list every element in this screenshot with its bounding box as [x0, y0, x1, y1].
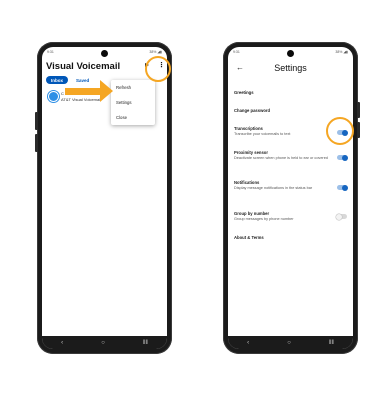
nav-home-icon[interactable]: ○: [101, 340, 105, 346]
screen-settings: 9:31 38% ◢▮ ← Settings Greetings Change …: [228, 47, 353, 349]
setting-description: Deactivate screen when phone is held to …: [234, 156, 328, 160]
phone-right: 9:31 38% ◢▮ ← Settings Greetings Change …: [223, 42, 360, 354]
proximity-sensor-toggle[interactable]: [337, 154, 348, 161]
status-icons: 38% ◢▮: [149, 50, 162, 54]
setting-label: Group by number: [234, 211, 270, 216]
tab-inbox[interactable]: Inbox: [46, 76, 68, 84]
front-camera: [101, 50, 108, 57]
volume-button: [35, 134, 38, 152]
status-time: 9:31: [233, 50, 240, 54]
page-title: Settings: [274, 63, 307, 73]
voicemail-subtitle: AT&T Visual Voicemail: [61, 97, 102, 102]
setting-label: Notifications: [234, 180, 260, 185]
avatar: [48, 91, 59, 102]
setting-label: Greetings: [234, 90, 254, 95]
group-by-number-toggle[interactable]: [336, 213, 347, 220]
menu-item-close[interactable]: Close: [116, 115, 127, 120]
nav-home-icon[interactable]: ○: [287, 340, 291, 346]
notifications-toggle[interactable]: [337, 184, 348, 191]
callout-arrow-icon: [100, 80, 113, 102]
setting-notifications: Notifications Display message notificati…: [234, 180, 329, 191]
highlight-circle-more: [145, 56, 171, 82]
setting-about-terms[interactable]: About & Terms: [234, 235, 344, 240]
nav-back-icon[interactable]: ‹: [247, 340, 249, 346]
front-camera: [287, 50, 294, 57]
nav-back-icon[interactable]: ‹: [61, 340, 63, 346]
mailbox-tabs: Inbox Saved: [46, 76, 95, 84]
power-button: [357, 102, 360, 118]
nav-recents-icon[interactable]: ‖‖: [143, 340, 148, 346]
setting-label: Proximity sensor: [234, 150, 268, 155]
volume-button: [357, 122, 360, 138]
voicemail-sender: C: [61, 91, 64, 96]
app-title: Visual Voicemail: [46, 61, 121, 72]
status-icons: 38% ◢▮: [335, 50, 348, 54]
setting-label: Change password: [234, 108, 271, 113]
callout-arrow-shaft: [65, 88, 101, 95]
setting-description: Display message notifications in the sta…: [234, 186, 313, 190]
setting-greetings[interactable]: Greetings: [234, 90, 344, 95]
navigation-bar: ‹ ○ ‖‖: [228, 336, 353, 349]
setting-group-by-number: Group by number Group messages by phone …: [234, 211, 344, 222]
volume-button: [35, 112, 38, 130]
setting-description: Group messages by phone number: [234, 217, 294, 221]
menu-item-refresh[interactable]: Refresh: [116, 85, 131, 90]
setting-change-password[interactable]: Change password: [234, 108, 344, 113]
tab-saved[interactable]: Saved: [71, 76, 95, 84]
menu-item-settings[interactable]: Settings: [116, 100, 132, 105]
setting-proximity-sensor: Proximity sensor Deactivate screen when …: [234, 150, 329, 161]
highlight-circle-transcriptions: [326, 117, 354, 145]
nav-recents-icon[interactable]: ‖‖: [329, 340, 334, 346]
status-time: 9:31: [47, 50, 54, 54]
setting-label: About & Terms: [234, 235, 264, 240]
navigation-bar: ‹ ○ ‖‖: [42, 336, 167, 349]
overflow-menu: Refresh Settings Close: [111, 80, 155, 125]
